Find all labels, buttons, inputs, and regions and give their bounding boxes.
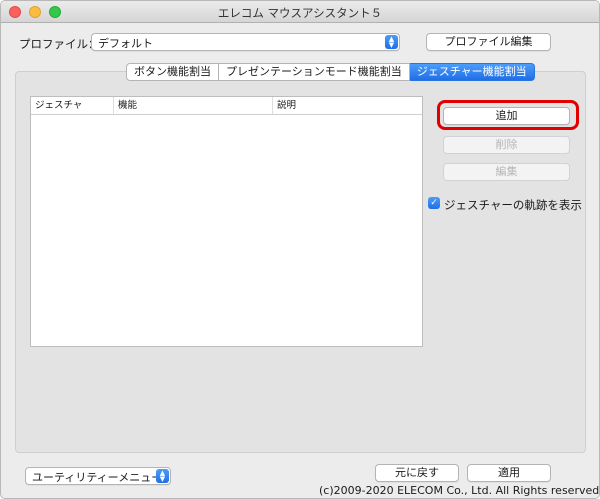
table-header: ジェスチャ 機能 説明 (31, 97, 422, 115)
gesture-table[interactable]: ジェスチャ 機能 説明 (30, 96, 423, 347)
chevron-up-down-icon: ▲ ▼ (156, 469, 169, 483)
delete-button[interactable]: 削除 (443, 136, 570, 154)
column-header-description[interactable]: 説明 (273, 97, 422, 114)
apply-button[interactable]: 適用 (467, 464, 551, 482)
copyright-text: (c)2009-2020 ELECOM Co., Ltd. All Rights… (319, 484, 600, 497)
edit-button[interactable]: 編集 (443, 163, 570, 181)
profile-select-value: デフォルト (98, 37, 153, 50)
add-button[interactable]: 追加 (443, 107, 570, 125)
chevron-up-down-icon: ▲ ▼ (385, 35, 398, 49)
revert-button[interactable]: 元に戻す (375, 464, 459, 482)
app-window: エレコム マウスアシスタント５ プロファイル： デフォルト ▲ ▼ プロファイル編… (0, 0, 600, 499)
column-header-gesture[interactable]: ジェスチャ (31, 97, 114, 114)
tab-button-assign[interactable]: ボタン機能割当 (126, 63, 219, 81)
profile-label: プロファイル： (19, 37, 100, 51)
checkmark-icon: ✓ (430, 198, 438, 208)
tab-presentation-mode[interactable]: プレゼンテーションモード機能割当 (219, 63, 410, 81)
profile-edit-button[interactable]: プロファイル編集 (426, 33, 551, 51)
show-trail-label: ジェスチャーの軌跡を表示 (444, 198, 582, 212)
profile-select[interactable]: デフォルト ▲ ▼ (91, 33, 400, 51)
utility-menu-select[interactable]: ユーティリティーメニュー ▲ ▼ (25, 467, 171, 485)
tab-gesture[interactable]: ジェスチャー機能割当 (409, 63, 535, 81)
tab-bar: ボタン機能割当 プレゼンテーションモード機能割当 ジェスチャー機能割当 (126, 63, 535, 81)
column-header-function[interactable]: 機能 (114, 97, 273, 114)
window-title: エレコム マウスアシスタント５ (217, 6, 383, 20)
title-bar: エレコム マウスアシスタント５ (1, 1, 599, 23)
utility-menu-value: ユーティリティーメニュー (32, 471, 163, 484)
show-trail-checkbox[interactable]: ✓ (428, 197, 440, 209)
